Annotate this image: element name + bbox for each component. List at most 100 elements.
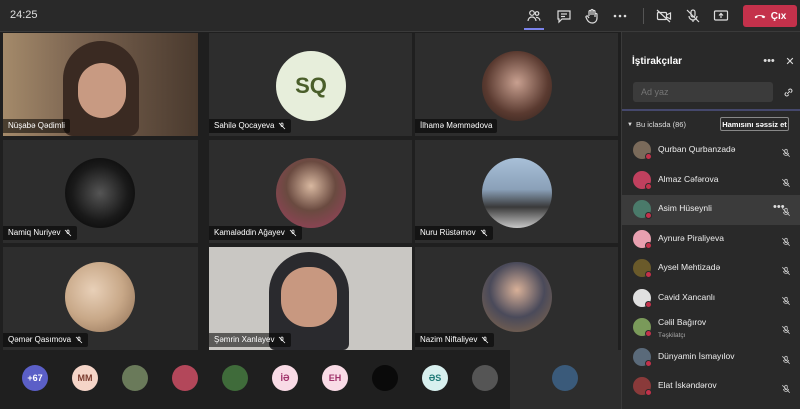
participants-panel: İştirakçılar ••• ✕ ▼ Bu iclasda (86) Ham… (621, 32, 800, 409)
mic-off-icon (480, 229, 487, 237)
strip-avatar[interactable] (372, 365, 398, 391)
participants-button[interactable] (522, 5, 546, 30)
participant-name-tag: Nazim Niftaliyev (415, 333, 495, 347)
raise-hand-button[interactable] (580, 5, 604, 27)
participant-name: Nuru Rüstəmov (420, 228, 476, 237)
chat-button[interactable] (552, 5, 576, 27)
mic-off-icon[interactable] (781, 352, 791, 364)
search-participants-input[interactable] (633, 82, 773, 102)
close-icon[interactable]: ✕ (783, 54, 797, 68)
participant-tile[interactable]: Nuru Rüstəmov (415, 140, 618, 243)
mic-off-icon (75, 336, 83, 344)
status-badge (645, 182, 652, 190)
participant-tile[interactable]: Namiq Nuriyev (3, 140, 198, 243)
participant-name: Aynurə Piraliyeva (658, 232, 724, 243)
participant-row[interactable]: Aynurə Piraliyeva (622, 225, 800, 255)
strip-avatar[interactable]: ƏS (422, 365, 448, 391)
meeting-timer: 24:25 (10, 9, 38, 21)
video-grid: Nüşabə Qədimli SQ Sahilə Qocayeva İlhamə… (0, 32, 621, 350)
leave-button[interactable]: Çıx (743, 5, 797, 27)
section-label: Bu iclasda (86) (635, 120, 686, 129)
mic-off-icon (279, 122, 286, 130)
mic-toggle-button[interactable] (681, 5, 705, 27)
meeting-toolbar: 24:25 Çıx (0, 0, 800, 32)
strip-label: +67 (27, 373, 43, 383)
avatar-photo (65, 158, 135, 228)
mute-all-button[interactable]: Hamısını səssiz et (720, 117, 789, 131)
participant-tile[interactable]: SQ Sahilə Qocayeva (209, 33, 412, 136)
status-badge (645, 212, 652, 219)
participant-row[interactable]: Cəlil Bağırov Təşkilatçı (622, 313, 800, 343)
strip-label: ƏS (428, 373, 442, 383)
strip-avatar[interactable]: MM (72, 365, 98, 391)
strip-label: EH (328, 373, 342, 383)
mic-off-icon[interactable] (781, 263, 791, 276)
participant-row[interactable]: Almaz Cəfərova (622, 166, 800, 196)
participant-name: Şəmrin Xanlayev (214, 335, 275, 344)
self-view-tile[interactable] (510, 350, 621, 409)
participant-row[interactable]: Qurban Qurbanzadə (622, 136, 800, 166)
more-icon (613, 14, 627, 18)
mic-off-icon[interactable] (781, 145, 791, 158)
strip-avatar[interactable] (172, 365, 198, 391)
mic-off-icon (686, 9, 700, 23)
strip-avatar[interactable]: İƏ (272, 365, 298, 391)
chat-icon (557, 10, 571, 24)
mic-off-icon (482, 336, 489, 344)
participant-role: Təşkilatçı (658, 332, 686, 339)
participant-name: Aysel Mehtizadə (658, 262, 721, 272)
strip-avatar[interactable] (122, 365, 148, 391)
mic-off-icon[interactable] (781, 204, 791, 217)
mic-off-icon[interactable] (781, 234, 791, 246)
chevron-down-icon: ▼ (627, 121, 633, 128)
participant-name: Nüşabə Qədimli (8, 121, 65, 130)
participant-row[interactable]: Cavid Xancanlı (622, 284, 800, 314)
mic-off-icon[interactable] (781, 381, 791, 394)
panel-more-icon[interactable]: ••• (762, 54, 776, 68)
participant-name: Cəlil Bağırov (658, 317, 707, 327)
status-badge (645, 330, 652, 337)
face (281, 267, 337, 327)
participant-row[interactable]: Aysel Mehtizadə (622, 254, 800, 284)
participant-name: Qəmər Qasımova (8, 335, 72, 344)
strip-avatar[interactable] (472, 365, 498, 391)
mic-off-icon[interactable] (781, 175, 791, 187)
participant-tile[interactable]: İlhamə Məmmədova (415, 33, 618, 136)
panel-title: İştirakçılar (632, 56, 683, 67)
participant-name: Namiq Nuriyev (8, 228, 61, 237)
people-icon (527, 10, 541, 22)
more-actions-button[interactable] (608, 5, 632, 27)
mic-off-icon[interactable] (781, 293, 791, 305)
share-screen-button[interactable] (709, 5, 733, 27)
status-badge (645, 153, 652, 160)
participant-name-tag: Qəmər Qasımova (3, 333, 89, 347)
participant-tile[interactable]: Nazim Niftaliyev (415, 247, 618, 350)
participant-name: Sahilə Qocayeva (214, 121, 275, 130)
hand-icon (585, 8, 598, 24)
camera-toggle-button[interactable] (652, 5, 676, 27)
participant-name: Qurban Qurbanzadə (658, 144, 736, 154)
participant-tile[interactable]: Nüşabə Qədimli (3, 33, 198, 136)
strip-avatar[interactable]: EH (322, 365, 348, 391)
participant-tile[interactable]: Kamaləddin Ağayev (209, 140, 412, 243)
participant-name: Kamaləddin Ağayev (214, 228, 285, 237)
participant-name-tag: Nüşabə Qədimli (3, 119, 70, 133)
participant-name-tag: Namiq Nuriyev (3, 226, 78, 240)
participant-tile[interactable]: Qəmər Qasımova (3, 247, 198, 350)
share-invite-icon[interactable] (781, 85, 795, 99)
participant-name-tag: Sahilə Qocayeva (209, 119, 292, 133)
mic-off-icon (65, 229, 72, 237)
participant-row[interactable]: Dünyamin İsmayılov (622, 343, 800, 373)
mic-off-icon[interactable] (781, 322, 791, 335)
more-participants-badge[interactable]: +67 (22, 365, 48, 391)
participant-row[interactable]: Elat İskəndərov (622, 372, 800, 402)
in-meeting-section-toggle[interactable]: ▼ Bu iclasda (86) (627, 120, 686, 129)
face (78, 63, 126, 118)
participant-name: Nazim Niftaliyev (420, 335, 478, 344)
participant-name-tag: Şəmrin Xanlayev (209, 333, 292, 347)
participant-row[interactable]: Asim Hüseynli ••• (622, 195, 800, 225)
panel-divider (622, 109, 800, 111)
strip-avatar[interactable] (222, 365, 248, 391)
avatar-photo (482, 51, 552, 121)
participant-tile[interactable]: Şəmrin Xanlayev (209, 247, 412, 350)
